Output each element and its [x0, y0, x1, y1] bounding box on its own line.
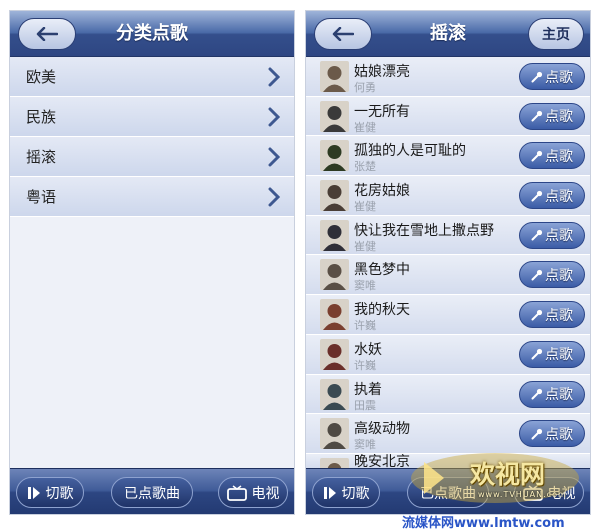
song-title: 一无所有	[354, 103, 410, 120]
song-artist: 田震	[354, 398, 376, 412]
microphone-icon	[531, 428, 543, 440]
song-row[interactable]: 高级动物 窦唯 点歌	[306, 414, 590, 454]
song-row[interactable]: 水妖 许巍 点歌	[306, 334, 590, 375]
artist-avatar	[320, 180, 349, 212]
next-song-button[interactable]: 切歌	[16, 477, 84, 508]
category-label: 欧美	[26, 68, 57, 86]
page-title: 分类点歌	[116, 23, 188, 44]
skip-icon	[27, 486, 40, 499]
category-header: 分类点歌	[10, 11, 294, 57]
microphone-icon	[531, 71, 543, 82]
request-song-button[interactable]: 点歌	[519, 182, 585, 210]
site-watermark: 流媒体网www.lmtw.com	[402, 516, 565, 531]
chevron-right-icon	[268, 107, 280, 127]
song-artist: 崔健	[354, 120, 376, 134]
song-artist: 崔健	[354, 200, 376, 214]
song-artist: 何勇	[354, 81, 376, 94]
queued-songs-button[interactable]: 已点歌曲	[111, 477, 193, 508]
song-row[interactable]: 花房姑娘 崔健 点歌	[306, 176, 590, 216]
microphone-icon	[531, 349, 543, 360]
request-song-button[interactable]: 点歌	[519, 340, 585, 368]
song-title: 我的秋天	[354, 302, 410, 319]
song-artist: 窦唯	[354, 438, 376, 452]
microphone-icon	[531, 230, 543, 241]
song-row[interactable]: 我的秋天 许巍 点歌	[306, 295, 590, 335]
song-list-screen: 摇滚 主页 姑娘漂亮 何勇 点歌 一无所有 崔健 点歌 孤独的人是可耻的 张楚 点歌 花房姑娘 崔健…	[305, 10, 591, 515]
microphone-icon	[531, 150, 543, 162]
watermark-logo-text: 欢视网	[470, 460, 546, 489]
artist-avatar	[320, 378, 349, 410]
home-button[interactable]: 主页	[528, 18, 584, 50]
artist-avatar	[320, 61, 349, 92]
song-row[interactable]: 孤独的人是可耻的 张楚 点歌	[306, 136, 590, 177]
song-artist: 崔健	[354, 239, 376, 253]
song-title: 孤独的人是可耻的	[354, 143, 466, 160]
category-screen: 分类点歌 欧美 民族 摇滚 粤语 切歌 已点歌曲 电视	[9, 10, 295, 515]
song-row[interactable]: 快让我在雪地上撒点野 崔健 点歌	[306, 215, 590, 256]
song-artist: 窦唯	[354, 279, 376, 293]
watermark-logo-url: www.TVHUAN.com	[478, 490, 567, 499]
skip-icon	[323, 486, 336, 499]
artist-avatar	[320, 219, 349, 251]
song-row[interactable]: 一无所有 崔健 点歌	[306, 96, 590, 137]
chevron-right-icon	[268, 67, 280, 87]
song-artist: 张楚	[354, 160, 376, 174]
category-item-yueyu[interactable]: 粤语	[10, 177, 294, 217]
control-footer: 切歌 已点歌曲 电视	[10, 468, 294, 514]
song-list: 姑娘漂亮 何勇 点歌 一无所有 崔健 点歌 孤独的人是可耻的 张楚 点歌 花房姑娘 崔健 点歌 快让我在…	[306, 57, 590, 468]
category-label: 摇滚	[26, 148, 57, 166]
artist-avatar	[320, 299, 349, 331]
request-song-button[interactable]: 点歌	[519, 261, 585, 289]
song-list-header: 摇滚 主页	[306, 11, 590, 57]
song-row[interactable]: 黑色梦中 窦唯 点歌	[306, 255, 590, 296]
next-song-button[interactable]: 切歌	[312, 477, 380, 508]
tv-icon	[226, 484, 247, 501]
artist-avatar	[320, 140, 349, 172]
song-artist: 许巍	[354, 358, 376, 372]
category-label: 粤语	[26, 188, 57, 206]
artist-avatar	[320, 338, 349, 370]
microphone-icon	[531, 190, 543, 202]
artist-avatar	[320, 259, 349, 291]
request-song-button[interactable]: 点歌	[519, 380, 585, 408]
tv-button[interactable]: 电视	[218, 477, 288, 508]
category-item-oumei[interactable]: 欧美	[10, 57, 294, 97]
microphone-icon	[531, 269, 543, 281]
artist-avatar	[320, 100, 349, 132]
request-song-button[interactable]: 点歌	[519, 221, 585, 249]
song-title: 执着	[354, 381, 382, 398]
request-song-button[interactable]: 点歌	[519, 63, 585, 90]
request-song-button[interactable]: 点歌	[519, 301, 585, 329]
microphone-icon	[531, 309, 543, 321]
artist-avatar	[320, 457, 349, 468]
song-title: 水妖	[354, 341, 382, 358]
request-song-button[interactable]: 点歌	[519, 420, 585, 448]
artist-avatar	[320, 418, 349, 450]
microphone-icon	[531, 388, 543, 400]
category-item-minzu[interactable]: 民族	[10, 97, 294, 137]
song-title: 快让我在雪地上撒点野	[354, 222, 494, 239]
song-artist: 许巍	[354, 319, 376, 333]
song-title: 姑娘漂亮	[354, 64, 410, 80]
microphone-icon	[531, 111, 543, 122]
song-row[interactable]: 晚安北京	[306, 453, 590, 468]
song-row[interactable]: 执着 田震 点歌	[306, 374, 590, 415]
category-item-yaogun[interactable]: 摇滚	[10, 137, 294, 177]
song-title: 晚安北京	[354, 453, 410, 468]
chevron-right-icon	[268, 187, 280, 207]
chevron-right-icon	[268, 147, 280, 167]
song-title: 花房姑娘	[354, 183, 410, 200]
category-label: 民族	[26, 108, 57, 126]
request-song-button[interactable]: 点歌	[519, 102, 585, 130]
song-title: 黑色梦中	[354, 262, 410, 279]
song-title: 高级动物	[354, 421, 410, 438]
song-row[interactable]: 姑娘漂亮 何勇 点歌	[306, 57, 590, 97]
request-song-button[interactable]: 点歌	[519, 142, 585, 170]
